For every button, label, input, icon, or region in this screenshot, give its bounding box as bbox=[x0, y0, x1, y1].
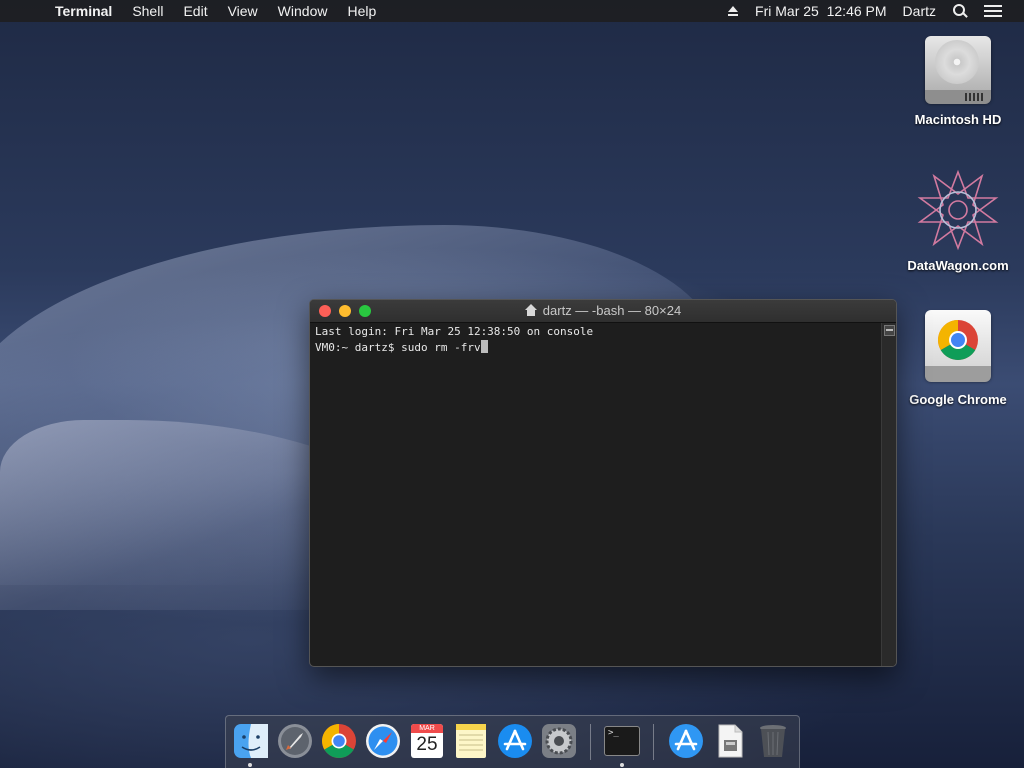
launchpad-icon bbox=[278, 724, 312, 758]
document-icon bbox=[718, 724, 743, 758]
dock-system-preferences[interactable] bbox=[540, 722, 578, 760]
desktop-icon-label: DataWagon.com bbox=[907, 258, 1009, 273]
desktop-icon-label: Macintosh HD bbox=[914, 112, 1002, 127]
spotlight-search-icon[interactable] bbox=[952, 3, 968, 19]
terminal-line: Last login: Fri Mar 25 12:38:50 on conso… bbox=[315, 325, 594, 338]
menu-clock[interactable]: Fri Mar 25 12:46 PM bbox=[755, 3, 887, 19]
menu-app-terminal[interactable]: Terminal bbox=[55, 3, 112, 19]
terminal-titlebar[interactable]: dartz — -bash — 80×24 bbox=[310, 300, 896, 323]
finder-icon bbox=[234, 724, 268, 758]
menu-edit[interactable]: Edit bbox=[183, 3, 207, 19]
close-button[interactable] bbox=[319, 305, 331, 317]
menu-window[interactable]: Window bbox=[278, 3, 328, 19]
dock-finder[interactable] bbox=[232, 722, 270, 760]
dock-applications-folder[interactable] bbox=[667, 722, 705, 760]
dock-trash[interactable] bbox=[754, 722, 792, 760]
dock-terminal[interactable]: >_ bbox=[603, 722, 641, 760]
home-folder-icon bbox=[524, 304, 537, 316]
dock-app-store[interactable] bbox=[496, 722, 534, 760]
text-cursor bbox=[480, 339, 488, 353]
desktop-icon-datawagon[interactable]: DataWagon.com bbox=[903, 168, 1013, 273]
terminal-line: VM0:~ dartz$ sudo rm -frv bbox=[315, 340, 481, 354]
terminal-icon: >_ bbox=[604, 726, 640, 756]
star-pattern-icon bbox=[916, 168, 1000, 252]
trash-icon bbox=[760, 725, 786, 757]
menu-bar: Terminal Shell Edit View Window Help Fri… bbox=[0, 0, 1024, 22]
dock-separator bbox=[590, 724, 591, 760]
terminal-icon-prompt: >_ bbox=[608, 728, 619, 738]
minimize-button[interactable] bbox=[339, 305, 351, 317]
hard-drive-icon bbox=[923, 32, 993, 106]
calendar-day: 25 bbox=[416, 734, 438, 755]
terminal-text-area[interactable]: Last login: Fri Mar 25 12:38:50 on conso… bbox=[310, 323, 882, 666]
dock-separator bbox=[653, 724, 654, 760]
safari-icon bbox=[366, 724, 400, 758]
calendar-month: MAR bbox=[411, 724, 443, 733]
menu-user[interactable]: Dartz bbox=[903, 3, 936, 19]
running-indicator bbox=[620, 763, 624, 767]
terminal-scrollbar[interactable] bbox=[881, 323, 896, 666]
menu-help[interactable]: Help bbox=[347, 3, 376, 19]
notification-center-icon[interactable] bbox=[984, 4, 1002, 18]
terminal-title: dartz — -bash — 80×24 bbox=[542, 303, 682, 318]
notes-icon bbox=[456, 724, 486, 758]
zoom-button[interactable] bbox=[359, 305, 371, 317]
scroll-split-icon[interactable] bbox=[884, 325, 895, 336]
dock: MAR 25 >_ bbox=[225, 715, 800, 768]
app-store-icon bbox=[498, 724, 532, 758]
dock-calendar[interactable]: MAR 25 bbox=[408, 722, 446, 760]
dock-launchpad[interactable] bbox=[276, 722, 314, 760]
running-indicator bbox=[248, 763, 252, 767]
terminal-window: dartz — -bash — 80×24 Last login: Fri Ma… bbox=[309, 299, 897, 667]
dock-chrome[interactable] bbox=[320, 722, 358, 760]
dock-safari[interactable] bbox=[364, 722, 402, 760]
eject-icon[interactable] bbox=[727, 5, 739, 17]
terminal-prompt-line: VM0:~ dartz$ sudo rm -frv bbox=[315, 339, 877, 356]
chrome-disk-icon bbox=[923, 310, 993, 386]
system-preferences-icon bbox=[542, 724, 576, 758]
menu-shell[interactable]: Shell bbox=[132, 3, 163, 19]
calendar-icon: MAR 25 bbox=[411, 724, 443, 758]
menu-bar-extras: Fri Mar 25 12:46 PM Dartz bbox=[727, 0, 1024, 22]
menu-view[interactable]: View bbox=[228, 3, 258, 19]
dock-notes[interactable] bbox=[452, 722, 490, 760]
dock-downloads[interactable] bbox=[711, 722, 749, 760]
desktop-icon-google-chrome[interactable]: Google Chrome bbox=[903, 310, 1013, 407]
desktop-icon-label: Google Chrome bbox=[909, 392, 1007, 407]
app-store-downloads-icon bbox=[669, 724, 703, 758]
desktop-icon-macintosh-hd[interactable]: Macintosh HD bbox=[903, 32, 1013, 127]
chrome-icon bbox=[322, 724, 356, 758]
